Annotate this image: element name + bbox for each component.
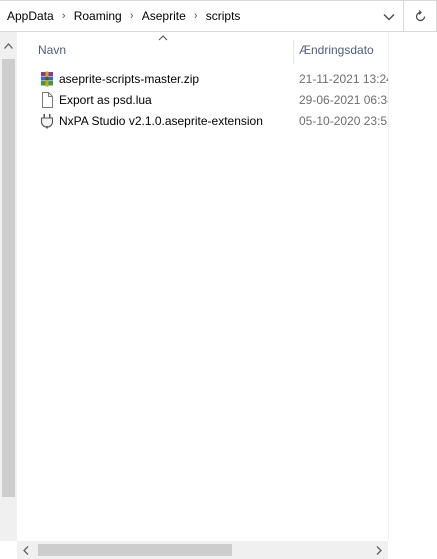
file-list: Navn Ændringsdato aseprite-scripts-maste… [17,32,388,541]
breadcrumb-scripts[interactable]: scripts [204,9,243,23]
chevron-right-icon[interactable]: › [188,10,204,22]
refresh-icon [415,9,425,21]
scrollbar-corner [388,541,437,559]
scroll-right-button[interactable] [370,541,388,559]
file-name: NxPA Studio v2.1.0.aseprite-extension [59,114,263,128]
scroll-up-button[interactable] [0,37,17,54]
vertical-scroll-thumb[interactable] [2,59,15,497]
breadcrumb-aseprite[interactable]: Aseprite [140,9,188,23]
address-history-dropdown[interactable] [374,1,404,32]
horizontal-scroll-thumb[interactable] [38,544,232,556]
chevron-right-icon[interactable]: › [124,10,140,22]
column-header-name[interactable]: Navn [38,43,66,57]
vertical-scrollbar[interactable] [0,32,17,541]
file-date: 05-10-2020 23:52 [299,114,388,128]
file-row[interactable]: NxPA Studio v2.1.0.aseprite-extension 05… [17,111,388,132]
chevron-left-icon [23,545,29,555]
scroll-left-button[interactable] [17,541,35,559]
breadcrumb-appdata[interactable]: AppData [5,9,56,23]
file-row[interactable]: Export as psd.lua 29-06-2021 06:38 [17,90,388,111]
chevron-right-icon[interactable]: › [56,10,72,22]
refresh-button[interactable] [404,0,437,32]
plugin-file-icon [40,114,54,129]
file-date: 21-11-2021 13:24 [299,72,388,86]
address-bar: AppData › Roaming › Aseprite › scripts [0,0,437,32]
file-name: aseprite-scripts-master.zip [59,72,200,86]
horizontal-scrollbar[interactable] [17,541,388,559]
file-row[interactable]: aseprite-scripts-master.zip 21-11-2021 1… [17,69,388,90]
blank-file-icon [42,92,53,108]
file-name: Export as psd.lua [59,93,152,107]
column-resize-handle[interactable] [293,40,294,64]
chevron-up-icon [4,42,13,49]
file-date: 29-06-2021 06:38 [299,93,388,107]
column-header-row: Navn Ændringsdato [17,40,388,64]
breadcrumb-roaming[interactable]: Roaming [72,9,124,23]
chevron-right-icon [376,545,382,555]
pane-divider [388,32,389,541]
breadcrumb[interactable]: AppData › Roaming › Aseprite › scripts [0,0,404,32]
chevron-down-icon [383,13,395,20]
winrar-archive-icon [41,71,53,87]
column-header-date[interactable]: Ændringsdato [299,43,374,57]
